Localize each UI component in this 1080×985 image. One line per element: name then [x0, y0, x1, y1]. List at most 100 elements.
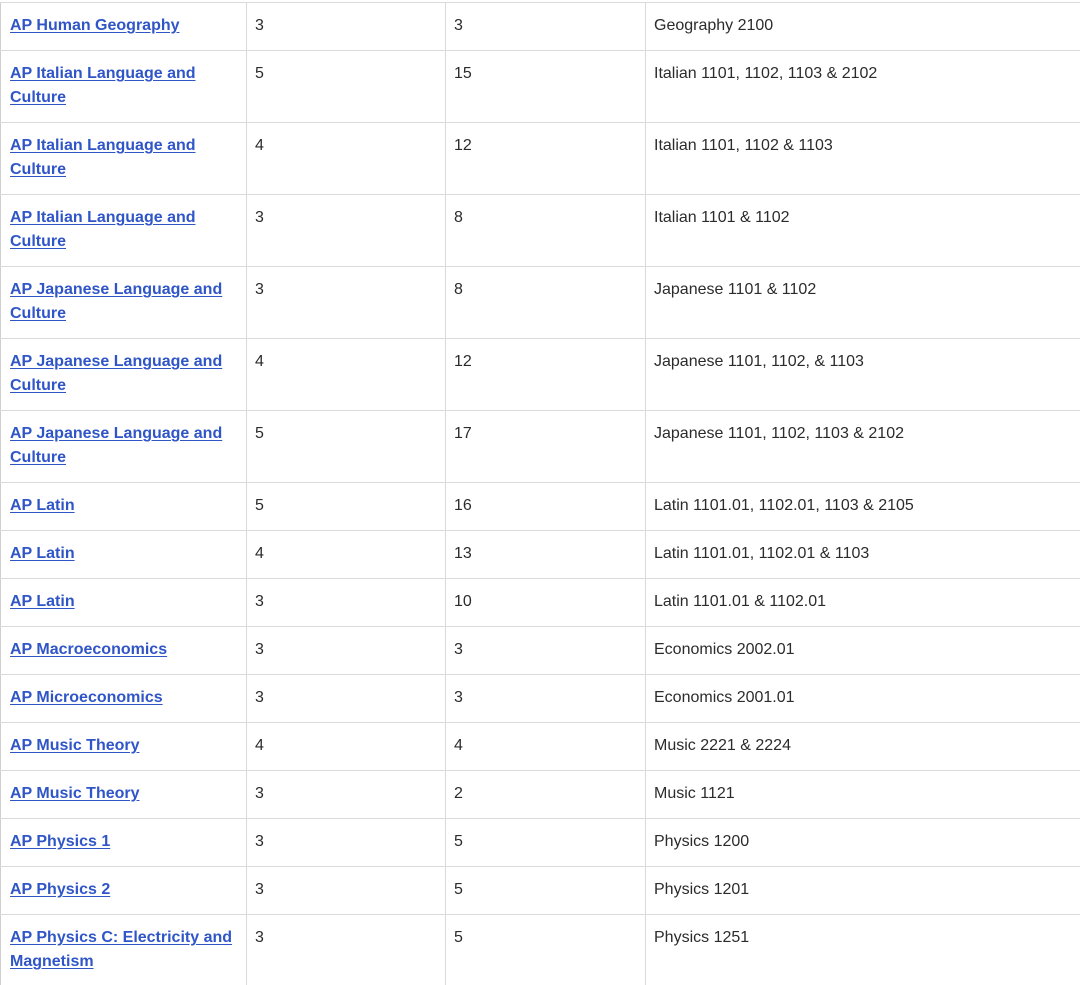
score-cell: 3 [246, 194, 446, 267]
course-cell: AP Latin [0, 482, 247, 531]
course-link[interactable]: AP Microeconomics [9, 686, 163, 710]
score-cell: 3 [246, 578, 446, 627]
equivalent-cell: Music 2221 & 2224 [645, 722, 1080, 771]
table-row: AP Latin 4 13 Latin 1101.01, 1102.01 & 1… [0, 530, 1080, 579]
equivalent-cell: Geography 2100 [645, 2, 1080, 51]
equivalent-cell: Latin 1101.01, 1102.01 & 1103 [645, 530, 1080, 579]
table-row: AP Italian Language and Culture 4 12 Ita… [0, 122, 1080, 195]
course-link[interactable]: AP Japanese Language and Culture [9, 278, 238, 326]
course-link[interactable]: AP Physics 1 [9, 830, 110, 854]
course-link[interactable]: AP Latin [9, 494, 75, 518]
table-row: AP Microeconomics 3 3 Economics 2001.01 [0, 674, 1080, 723]
table-row: AP Latin 5 16 Latin 1101.01, 1102.01, 11… [0, 482, 1080, 531]
table-row: AP Japanese Language and Culture 4 12 Ja… [0, 338, 1080, 411]
course-link[interactable]: AP Human Geography [9, 14, 180, 38]
credits-cell: 10 [445, 578, 646, 627]
equivalent-cell: Physics 1200 [645, 818, 1080, 867]
course-link[interactable]: AP Italian Language and Culture [9, 62, 238, 110]
credits-cell: 12 [445, 122, 646, 195]
equivalent-cell: Physics 1201 [645, 866, 1080, 915]
table-row: AP Italian Language and Culture 3 8 Ital… [0, 194, 1080, 267]
course-cell: AP Macroeconomics [0, 626, 247, 675]
course-cell: AP Physics C: Electricity and Magnetism [0, 914, 247, 985]
course-link[interactable]: AP Macroeconomics [9, 638, 167, 662]
equivalent-cell: Italian 1101, 1102, 1103 & 2102 [645, 50, 1080, 123]
credits-cell: 3 [445, 626, 646, 675]
credits-cell: 5 [445, 866, 646, 915]
score-cell: 4 [246, 122, 446, 195]
table-row: AP Japanese Language and Culture 5 17 Ja… [0, 410, 1080, 483]
course-cell: AP Music Theory [0, 770, 247, 819]
equivalent-cell: Italian 1101 & 1102 [645, 194, 1080, 267]
equivalent-cell: Physics 1251 [645, 914, 1080, 985]
score-cell: 3 [246, 266, 446, 339]
table-row: AP Physics 1 3 5 Physics 1200 [0, 818, 1080, 867]
table-row: AP Italian Language and Culture 5 15 Ita… [0, 50, 1080, 123]
score-cell: 4 [246, 530, 446, 579]
table-row: AP Human Geography 3 3 Geography 2100 [0, 2, 1080, 51]
table-row: AP Latin 3 10 Latin 1101.01 & 1102.01 [0, 578, 1080, 627]
score-cell: 5 [246, 50, 446, 123]
score-cell: 5 [246, 410, 446, 483]
course-link[interactable]: AP Japanese Language and Culture [9, 422, 238, 470]
credits-cell: 8 [445, 266, 646, 339]
course-link[interactable]: AP Physics 2 [9, 878, 110, 902]
score-cell: 4 [246, 338, 446, 411]
table-row: AP Music Theory 3 2 Music 1121 [0, 770, 1080, 819]
course-link[interactable]: AP Music Theory [9, 782, 140, 806]
credits-cell: 15 [445, 50, 646, 123]
score-cell: 3 [246, 914, 446, 985]
credits-cell: 16 [445, 482, 646, 531]
course-cell: AP Physics 2 [0, 866, 247, 915]
ap-credit-table: AP Human Geography 3 3 Geography 2100 AP… [0, 2, 1080, 985]
score-cell: 3 [246, 2, 446, 51]
course-cell: AP Human Geography [0, 2, 247, 51]
table-row: AP Physics C: Electricity and Magnetism … [0, 914, 1080, 985]
score-cell: 3 [246, 674, 446, 723]
score-cell: 3 [246, 866, 446, 915]
credits-cell: 12 [445, 338, 646, 411]
course-cell: AP Italian Language and Culture [0, 194, 247, 267]
score-cell: 3 [246, 626, 446, 675]
course-cell: AP Japanese Language and Culture [0, 266, 247, 339]
credits-cell: 3 [445, 2, 646, 51]
course-link[interactable]: AP Latin [9, 542, 75, 566]
course-link[interactable]: AP Japanese Language and Culture [9, 350, 238, 398]
equivalent-cell: Italian 1101, 1102 & 1103 [645, 122, 1080, 195]
score-cell: 3 [246, 818, 446, 867]
credits-cell: 13 [445, 530, 646, 579]
credits-cell: 3 [445, 674, 646, 723]
course-link[interactable]: AP Italian Language and Culture [9, 134, 238, 182]
course-cell: AP Italian Language and Culture [0, 50, 247, 123]
course-cell: AP Japanese Language and Culture [0, 338, 247, 411]
credits-cell: 2 [445, 770, 646, 819]
course-cell: AP Latin [0, 530, 247, 579]
equivalent-cell: Japanese 1101, 1102, 1103 & 2102 [645, 410, 1080, 483]
credits-cell: 17 [445, 410, 646, 483]
credits-cell: 5 [445, 818, 646, 867]
course-cell: AP Physics 1 [0, 818, 247, 867]
course-cell: AP Microeconomics [0, 674, 247, 723]
course-link[interactable]: AP Italian Language and Culture [9, 206, 238, 254]
score-cell: 5 [246, 482, 446, 531]
equivalent-cell: Music 1121 [645, 770, 1080, 819]
equivalent-cell: Japanese 1101 & 1102 [645, 266, 1080, 339]
equivalent-cell: Latin 1101.01 & 1102.01 [645, 578, 1080, 627]
score-cell: 4 [246, 722, 446, 771]
course-cell: AP Japanese Language and Culture [0, 410, 247, 483]
course-cell: AP Music Theory [0, 722, 247, 771]
table-row: AP Music Theory 4 4 Music 2221 & 2224 [0, 722, 1080, 771]
course-link[interactable]: AP Physics C: Electricity and Magnetism [9, 926, 238, 974]
equivalent-cell: Latin 1101.01, 1102.01, 1103 & 2105 [645, 482, 1080, 531]
table-body: AP Human Geography 3 3 Geography 2100 AP… [0, 2, 1080, 985]
table-row: AP Japanese Language and Culture 3 8 Jap… [0, 266, 1080, 339]
course-link[interactable]: AP Music Theory [9, 734, 140, 758]
equivalent-cell: Japanese 1101, 1102, & 1103 [645, 338, 1080, 411]
equivalent-cell: Economics 2002.01 [645, 626, 1080, 675]
table-row: AP Physics 2 3 5 Physics 1201 [0, 866, 1080, 915]
table-row: AP Macroeconomics 3 3 Economics 2002.01 [0, 626, 1080, 675]
equivalent-cell: Economics 2001.01 [645, 674, 1080, 723]
credits-cell: 4 [445, 722, 646, 771]
credits-cell: 5 [445, 914, 646, 985]
course-link[interactable]: AP Latin [9, 590, 75, 614]
